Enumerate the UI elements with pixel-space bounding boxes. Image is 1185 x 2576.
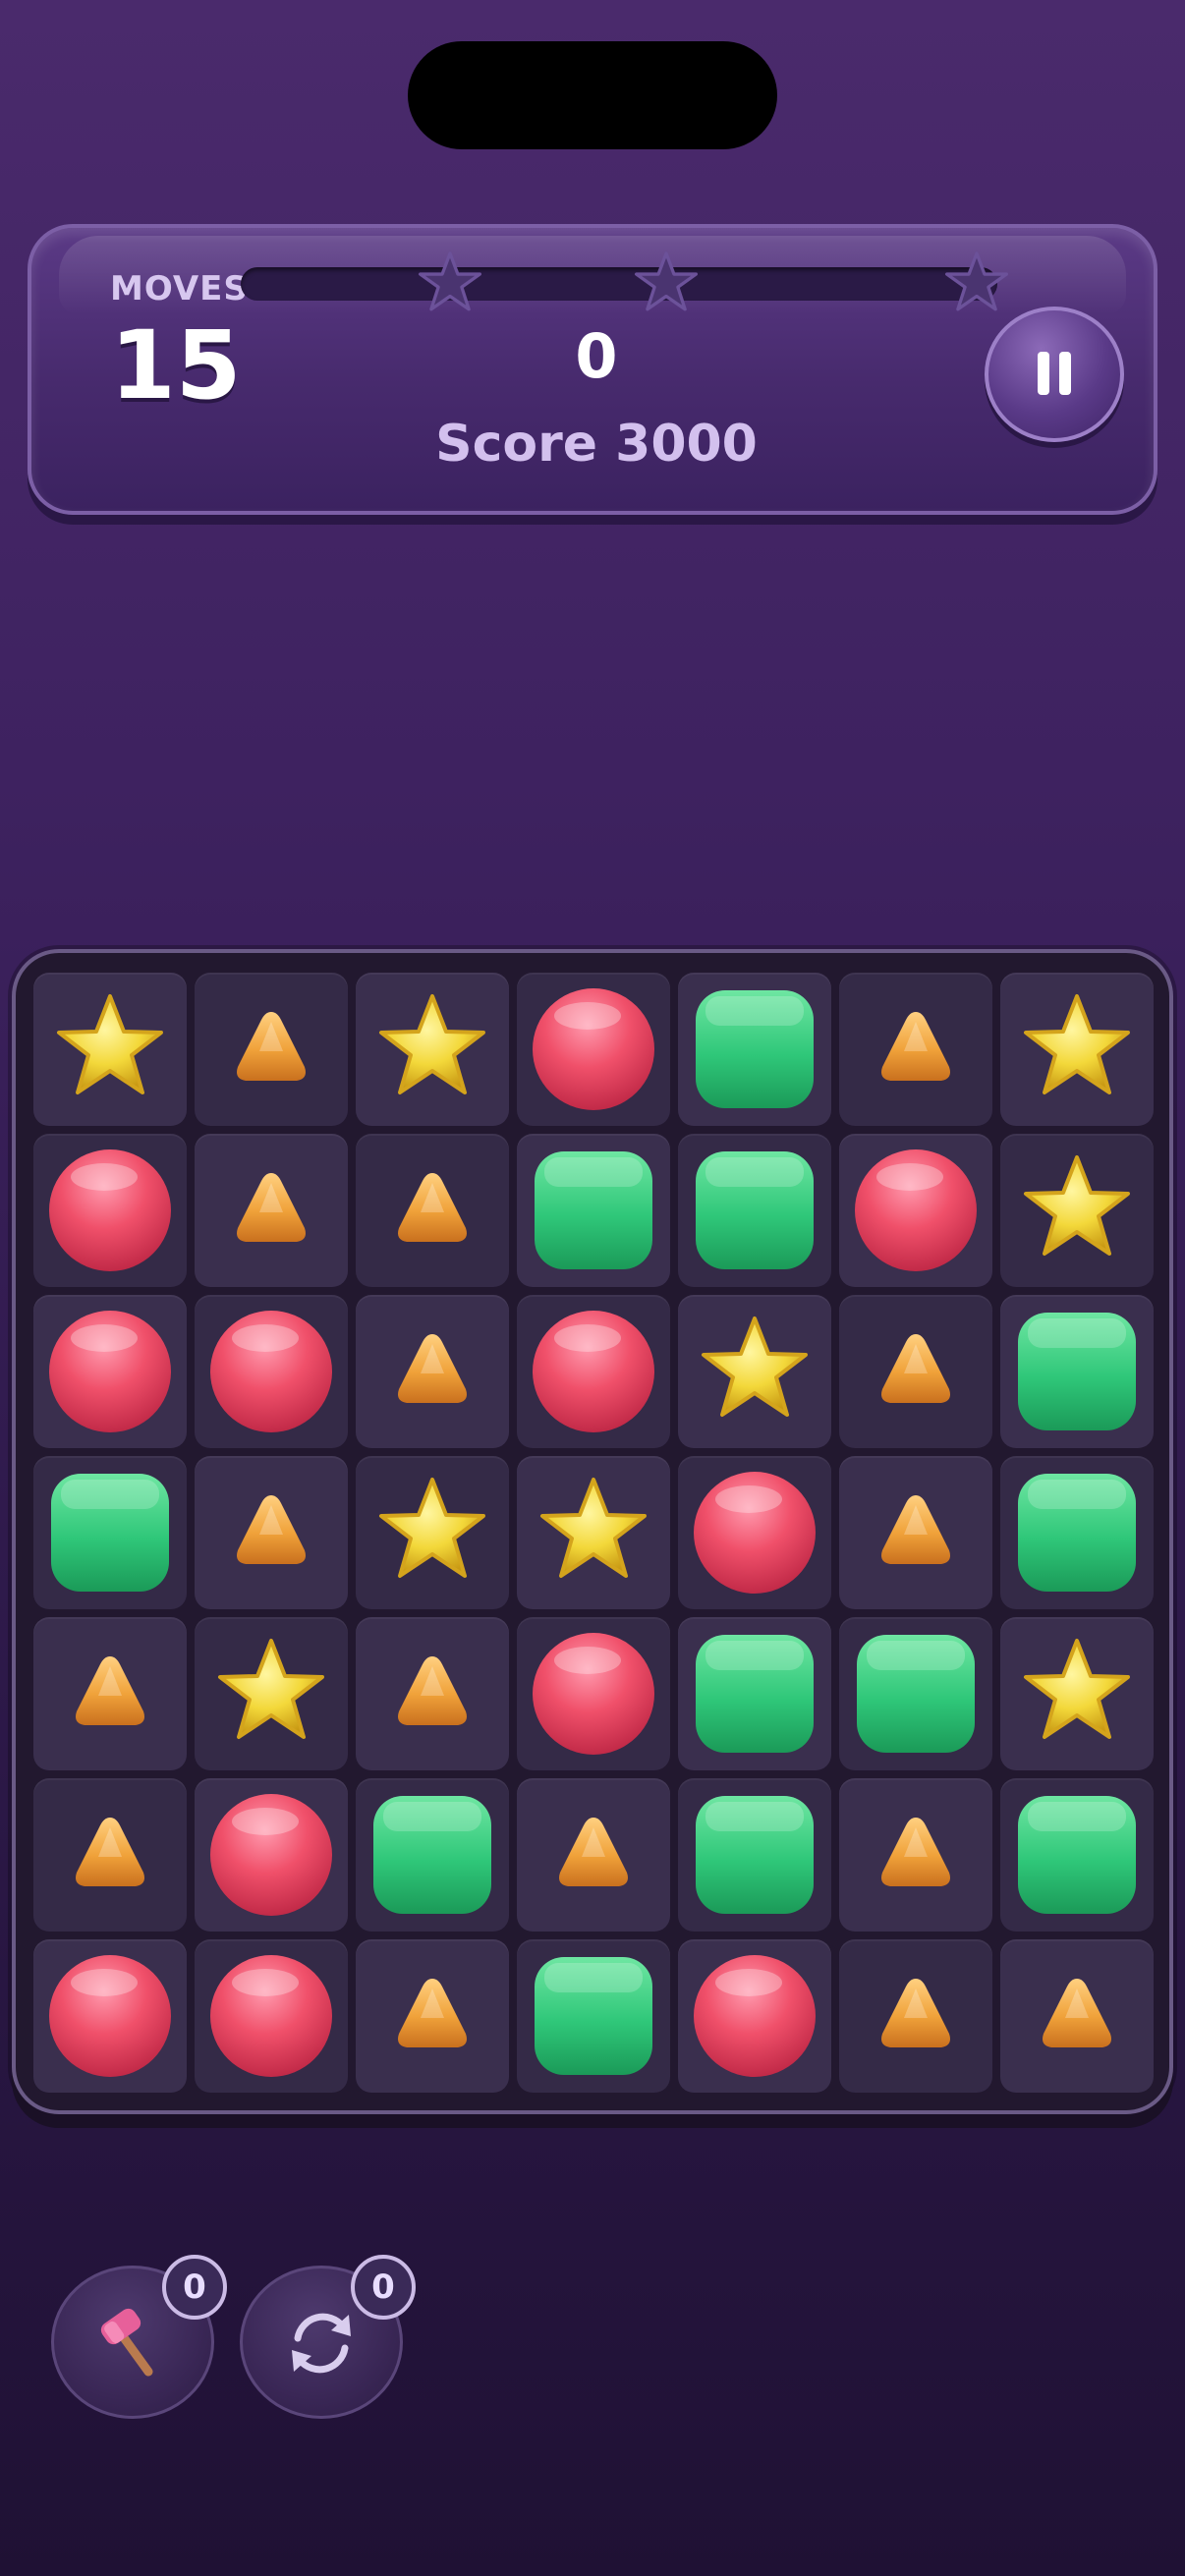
board-cell[interactable] (839, 1134, 992, 1287)
board-cell[interactable] (356, 1778, 509, 1932)
game-board (12, 949, 1173, 2114)
board-cell[interactable] (1000, 1295, 1154, 1448)
shuffle-booster-button[interactable]: 0 (240, 2255, 416, 2419)
board-cell[interactable] (678, 1617, 831, 1770)
board-cell[interactable] (678, 1939, 831, 2093)
moves-label: MOVES (110, 269, 249, 308)
board-cell[interactable] (678, 1456, 831, 1609)
board-cell[interactable] (356, 1456, 509, 1609)
dynamic-island (408, 41, 777, 149)
board-cell[interactable] (33, 1939, 187, 2093)
board-cell[interactable] (33, 973, 187, 1126)
score-target-label: Score 3000 (435, 415, 758, 474)
board-cell[interactable] (33, 1295, 187, 1448)
progress-star-icon-3 (944, 250, 1009, 314)
board-cell[interactable] (678, 973, 831, 1126)
board-cell[interactable] (195, 1617, 348, 1770)
board-cell[interactable] (839, 1778, 992, 1932)
board-cell[interactable] (517, 1456, 670, 1609)
board-cell[interactable] (195, 1295, 348, 1448)
hammer-count-badge: 0 (162, 2255, 227, 2320)
progress-star-icon-1 (418, 250, 482, 314)
board-cell[interactable] (356, 1617, 509, 1770)
board-cell[interactable] (678, 1778, 831, 1932)
board-cell[interactable] (1000, 1456, 1154, 1609)
board-cell[interactable] (33, 1456, 187, 1609)
board-cell[interactable] (517, 1295, 670, 1448)
shuffle-count-badge: 0 (351, 2255, 416, 2320)
board-cell[interactable] (195, 1134, 348, 1287)
board-cell[interactable] (1000, 973, 1154, 1126)
board-cell[interactable] (356, 1295, 509, 1448)
board-cell[interactable] (1000, 1939, 1154, 2093)
board-cell[interactable] (356, 1939, 509, 2093)
board-cell[interactable] (517, 1134, 670, 1287)
board-cell[interactable] (517, 1617, 670, 1770)
board-cell[interactable] (33, 1778, 187, 1932)
board-cell[interactable] (356, 1134, 509, 1287)
board-cell[interactable] (839, 1939, 992, 2093)
board-cell[interactable] (839, 973, 992, 1126)
board-grid (33, 973, 1154, 2093)
board-cell[interactable] (839, 1456, 992, 1609)
score-progress-bar (241, 252, 1009, 311)
board-cell[interactable] (678, 1134, 831, 1287)
board-cell[interactable] (839, 1617, 992, 1770)
board-cell[interactable] (195, 1456, 348, 1609)
board-cell[interactable] (1000, 1617, 1154, 1770)
board-cell[interactable] (195, 973, 348, 1126)
hammer-icon (100, 2308, 153, 2377)
board-cell[interactable] (678, 1295, 831, 1448)
board-cell[interactable] (356, 973, 509, 1126)
hammer-booster-button[interactable]: 0 (51, 2255, 227, 2419)
board-cell[interactable] (517, 973, 670, 1126)
board-cell[interactable] (1000, 1134, 1154, 1287)
board-cell[interactable] (1000, 1778, 1154, 1932)
shuffle-icon (292, 2313, 351, 2374)
board-cell[interactable] (517, 1778, 670, 1932)
board-cell[interactable] (195, 1778, 348, 1932)
board-cell[interactable] (33, 1134, 187, 1287)
board-cell[interactable] (33, 1617, 187, 1770)
progress-star-icon-2 (634, 250, 699, 314)
board-cell[interactable] (517, 1939, 670, 2093)
board-cell[interactable] (195, 1939, 348, 2093)
pause-button[interactable] (985, 307, 1124, 442)
board-cell[interactable] (839, 1295, 992, 1448)
hud-panel: MOVES 15 0 Score 3000 (28, 224, 1157, 515)
